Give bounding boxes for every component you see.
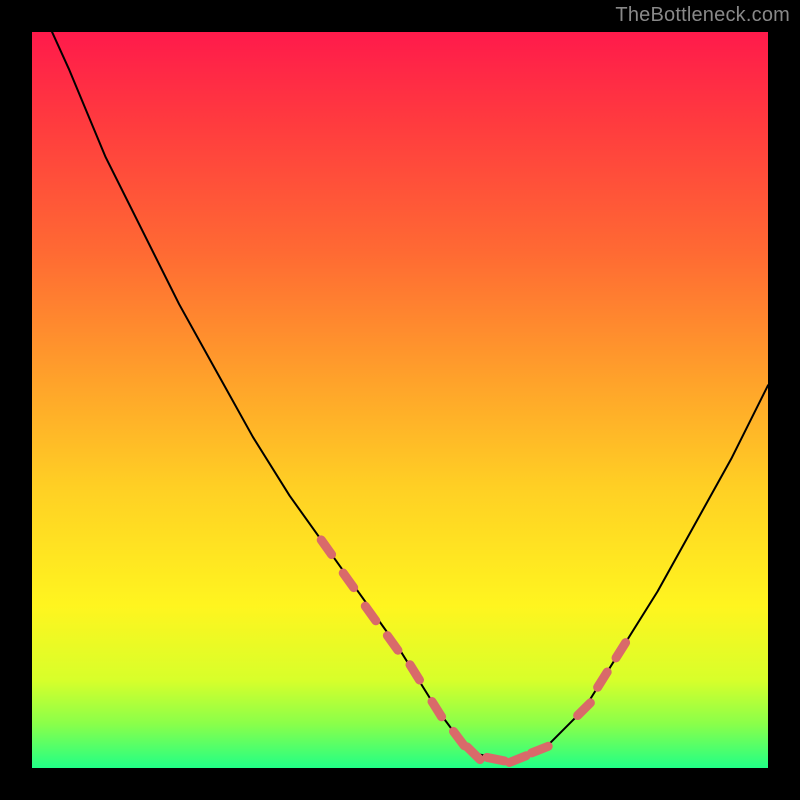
highlight-dash <box>321 540 331 555</box>
curve-svg <box>32 32 768 768</box>
highlight-dash <box>487 757 505 761</box>
chart-frame: TheBottleneck.com <box>0 0 800 800</box>
watermark-text: TheBottleneck.com <box>615 4 790 27</box>
highlight-dash <box>365 606 376 621</box>
highlight-dash <box>467 747 480 760</box>
highlight-dash <box>532 746 549 753</box>
highlight-dash <box>454 731 465 745</box>
highlight-dash <box>432 702 442 717</box>
highlight-dash <box>616 643 626 658</box>
highlight-dash <box>509 756 526 763</box>
highlight-dash <box>387 636 398 651</box>
highlight-dash <box>343 573 354 588</box>
highlight-dash <box>410 665 420 680</box>
highlight-dash <box>578 703 591 716</box>
highlight-dash <box>598 672 608 687</box>
plot-area <box>32 32 768 768</box>
highlight-dashes <box>321 540 625 763</box>
